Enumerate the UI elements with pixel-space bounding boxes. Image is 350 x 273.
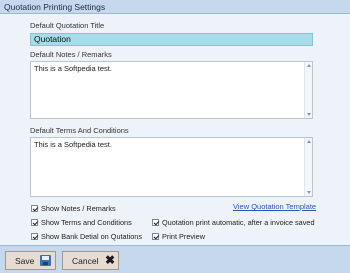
save-button-label: Save (15, 255, 35, 266)
floppy-disk-icon (40, 255, 52, 266)
checkbox-checked-icon[interactable] (152, 219, 159, 226)
window-title: Quotation Printing Settings (4, 2, 106, 12)
cancel-button[interactable]: Cancel ✖ (62, 251, 119, 270)
terms-text: This is a Softpedia test. (34, 140, 112, 149)
window-titlebar: Quotation Printing Settings (0, 0, 350, 14)
notes-text: This is a Softpedia test. (34, 64, 112, 73)
terms-scrollbar[interactable] (304, 138, 312, 196)
footer-bar: Save Cancel ✖ (0, 245, 350, 273)
show-notes-label: Show Notes / Remarks (41, 204, 116, 213)
terms-textarea[interactable]: This is a Softpedia test. (30, 137, 313, 197)
print-preview-label: Print Preview (162, 232, 205, 241)
notes-label: Default Notes / Remarks (30, 50, 112, 59)
scroll-down-icon[interactable] (307, 113, 311, 116)
save-button[interactable]: Save (5, 251, 56, 270)
default-title-input[interactable]: Quotation (30, 33, 313, 46)
checkbox-checked-icon[interactable] (152, 233, 159, 240)
scroll-up-icon[interactable] (307, 64, 311, 67)
close-x-icon: ✖ (104, 253, 115, 267)
checkbox-checked-icon[interactable] (31, 205, 38, 212)
checkbox-checked-icon[interactable] (31, 233, 38, 240)
print-automatic-checkbox[interactable]: Quotation print automatic, after a invoi… (152, 218, 315, 227)
terms-label: Default Terms And Conditions (30, 126, 129, 135)
checkbox-checked-icon[interactable] (31, 219, 38, 226)
show-terms-checkbox[interactable]: Show Terms and Conditions (31, 218, 132, 227)
show-bank-label: Show Bank Detial on Qutations (41, 232, 142, 241)
scroll-up-icon[interactable] (307, 140, 311, 143)
show-notes-checkbox[interactable]: Show Notes / Remarks (31, 204, 116, 213)
scroll-down-icon[interactable] (307, 191, 311, 194)
default-title-label: Default Quotation Title (30, 21, 105, 30)
show-bank-checkbox[interactable]: Show Bank Detial on Qutations (31, 232, 142, 241)
notes-textarea[interactable]: This is a Softpedia test. (30, 61, 313, 119)
view-quotation-template-link[interactable]: View Quotation Template (233, 202, 316, 211)
show-terms-label: Show Terms and Conditions (41, 218, 132, 227)
notes-scrollbar[interactable] (304, 62, 312, 118)
cancel-button-label: Cancel (72, 255, 99, 266)
print-preview-checkbox[interactable]: Print Preview (152, 232, 205, 241)
print-automatic-label: Quotation print automatic, after a invoi… (162, 218, 315, 227)
